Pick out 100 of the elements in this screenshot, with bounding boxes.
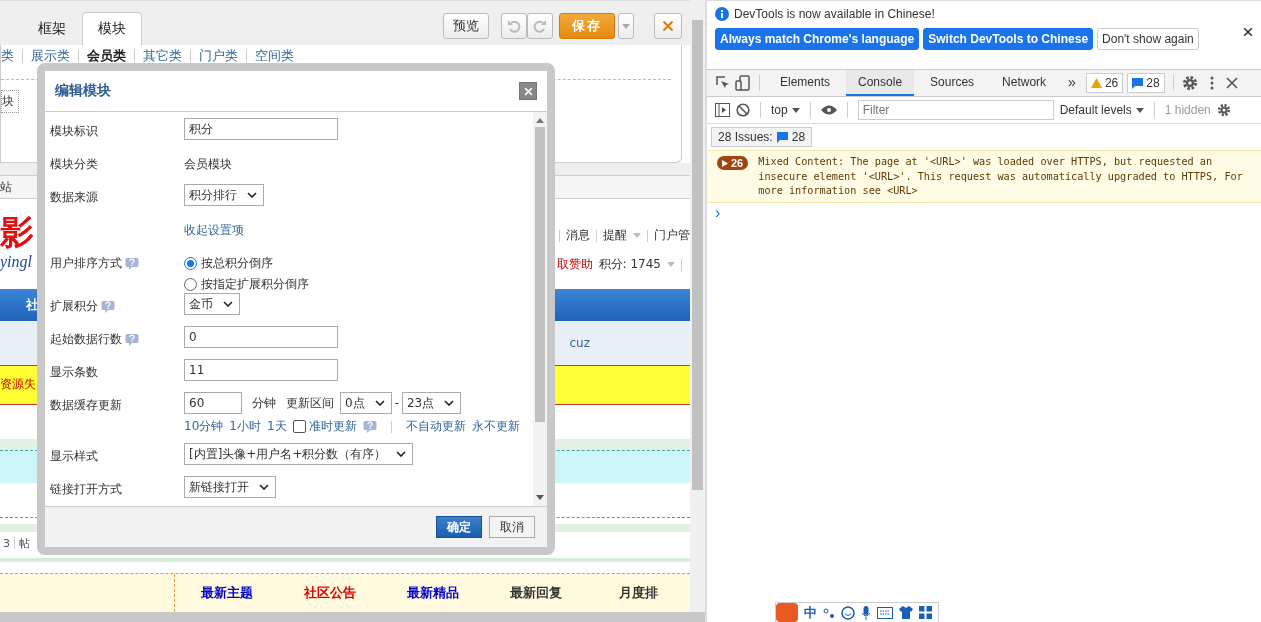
notice-button[interactable]: Don't show again [1097,28,1199,50]
dropdown[interactable]: 积分排行 [184,184,264,206]
sidebar-toggle-icon[interactable] [715,103,730,117]
device-icon[interactable] [735,75,751,91]
message-icon [776,131,788,143]
more-tabs-button[interactable]: » [1062,70,1082,96]
text-input[interactable]: 0 [184,326,338,348]
chevron-down-icon [247,192,257,198]
radio-button[interactable] [184,257,197,270]
devtools-tab[interactable]: Elements [768,70,843,96]
context-dropdown[interactable]: top [771,103,800,117]
scroll-down-icon[interactable] [536,495,544,500]
update-link[interactable]: 永不更新 [471,418,520,435]
devtools-tab[interactable]: Sources [918,70,987,96]
notice-button[interactable]: Always match Chrome's language [715,28,920,50]
cancel-button[interactable]: 取消 [489,516,535,538]
category-link[interactable]: 空间类 [247,46,302,65]
info-icon [715,7,729,21]
notice-button[interactable]: Switch DevTools to Chinese [923,28,1094,50]
breadcrumb-text: 站 [0,178,12,196]
collapse-settings-link[interactable]: 收起设置项 [184,217,244,239]
field-label: 模块分类 [50,156,98,173]
settings-icon[interactable] [1181,75,1198,91]
issues-button[interactable]: 28 Issues: 28 [711,127,813,147]
chevron-down-icon [396,451,407,457]
editor-tab[interactable]: 框架 [22,11,82,45]
close-button[interactable] [1243,27,1253,37]
caret-icon [1135,107,1144,113]
filter-input[interactable]: Filter [857,100,1054,120]
list-tab[interactable]: 社区公告 [278,574,381,612]
chevron-down-icon [444,400,455,406]
message-icon [1132,77,1144,89]
radio-button[interactable] [184,278,197,291]
warnings-badge[interactable]: 26 [1085,73,1124,93]
list-tab[interactable]: 最新回复 [484,574,587,612]
module-chip[interactable]: 块 [1,89,19,113]
dropdown[interactable]: [内置]头像+用户名+积分数（有序） [184,443,414,465]
dropdown[interactable]: 23点 [402,392,462,414]
list-tab[interactable]: 最新主题 [175,574,278,612]
category-link[interactable]: 展示类 [23,46,78,65]
more-menu-icon[interactable] [1209,76,1214,90]
sponsor-link[interactable]: 取赞助 [556,256,593,274]
field-label: 数据缓存更新 [50,397,122,414]
punctuation-icon[interactable] [823,606,835,619]
user-link[interactable]: 门户管 [654,227,690,245]
text-input[interactable]: 积分 [184,118,338,140]
unit-label: 分钟 [252,394,276,412]
caret-icon [667,262,675,268]
update-link[interactable]: 不自动更新 [405,418,466,435]
hidden-count: 1 hidden [1164,103,1211,117]
dialog-title: 编辑模块 [55,82,111,100]
warning-icon [1090,78,1102,88]
eye-icon[interactable] [820,105,837,115]
undo-icon [507,19,521,33]
list-tab[interactable]: 最新精品 [381,574,484,612]
field-label: 扩展积分 [50,298,98,315]
preset-link[interactable]: 10分钟 [184,418,224,435]
horizontal-scrollbar[interactable] [0,612,705,622]
settings-icon[interactable] [1216,103,1231,117]
log-message: Mixed Content: The page at '<URL>' was loaded over HTTPS, but requested an insecure element '<URL>'. This request was automatically upgraded to HTTPS, For more information see <URL> [758,155,1244,198]
shirt-icon[interactable] [899,606,913,619]
levels-dropdown[interactable]: Default levels [1059,103,1144,117]
user-link[interactable]: 提醒 [603,227,627,245]
console-prompt[interactable]: › [707,202,721,223]
category-link[interactable]: 门户类 [191,46,246,65]
smiley-icon[interactable] [841,605,855,620]
confirm-button[interactable]: 确定 [436,516,482,538]
microphone-icon[interactable] [861,605,871,620]
scrollbar-thumb[interactable] [692,20,703,490]
text-input[interactable]: 11 [184,359,338,381]
preset-link[interactable]: 1天 [266,418,287,435]
points-link[interactable]: 积分: 1745 [598,256,661,274]
close-icon[interactable] [1225,77,1238,89]
scroll-up-icon[interactable] [536,118,544,123]
checkbox[interactable] [292,420,306,433]
dropdown[interactable]: 0点 [340,392,392,414]
text-input[interactable]: 60 [184,392,242,414]
devtools-tab[interactable]: Network [990,70,1059,96]
dropdown[interactable]: 金币 [184,293,240,315]
row-text: cuz [569,335,590,350]
keyboard-icon[interactable] [877,606,893,619]
scrollbar-thumb[interactable] [535,127,545,422]
user-link[interactable]: 消息 [566,227,590,245]
devtools-tab[interactable]: Console [846,70,915,96]
category-link[interactable]: 类 [1,46,22,65]
preview-button[interactable]: 预览 [443,13,489,39]
ime-mode-toggle[interactable]: 中 [804,603,817,622]
grid-icon[interactable] [919,606,932,619]
chevron-down-icon [259,484,269,490]
repeat-count-badge[interactable]: 26 [717,156,749,170]
category-link[interactable]: 其它类 [135,46,190,65]
notice-text: 资源失 [0,376,36,394]
preset-link[interactable]: 1小时 [229,418,261,435]
dropdown[interactable]: 新链接打开 [184,476,276,498]
caret-icon [791,107,800,113]
clear-console-icon[interactable] [736,103,750,117]
category-link[interactable]: 会员类 [79,46,134,65]
editor-tab[interactable]: 模块 [82,11,142,45]
list-tab[interactable]: 月度排 [587,574,690,612]
messages-badge[interactable]: 28 [1127,73,1165,93]
